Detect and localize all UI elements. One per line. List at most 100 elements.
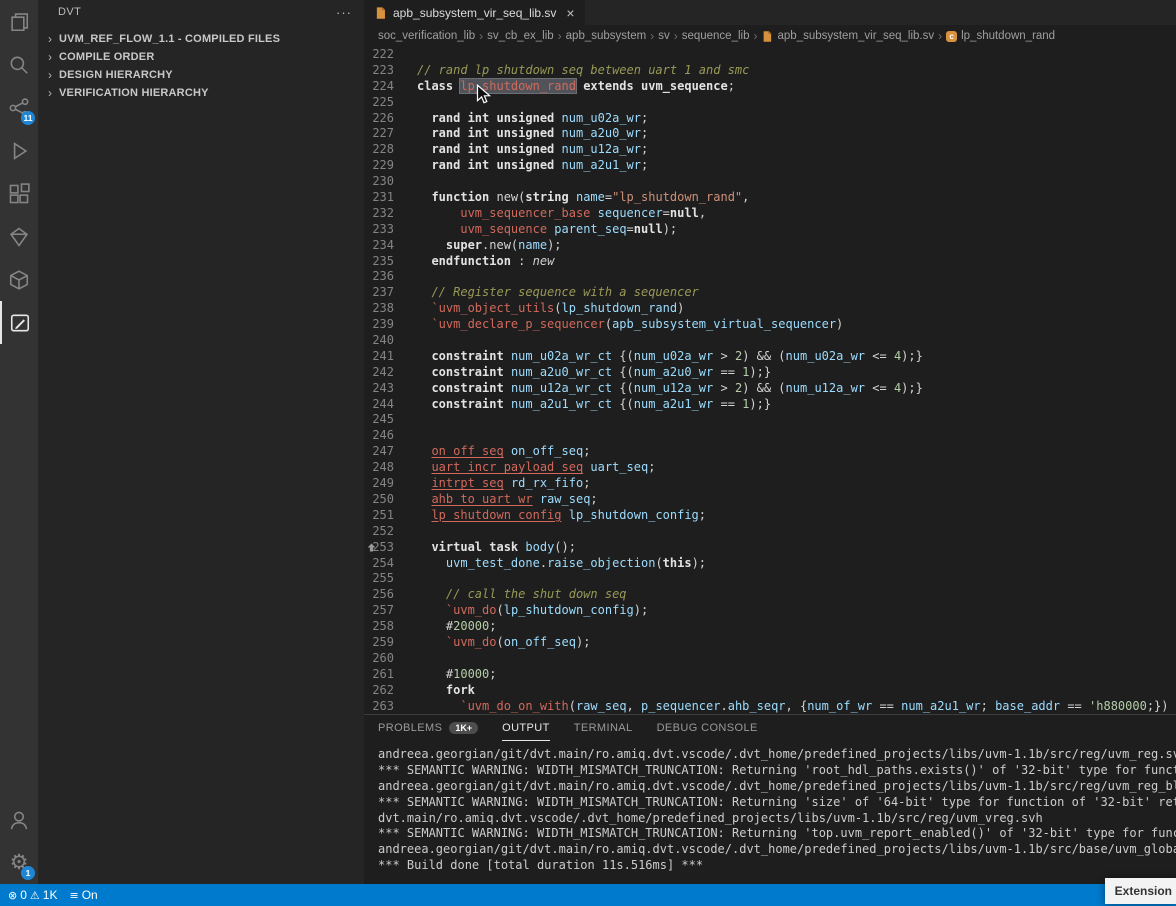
code-line[interactable]: 257 `uvm_do(lp_shutdown_config);: [364, 603, 1176, 619]
chevron-right-icon: ›: [42, 51, 58, 63]
problems-status[interactable]: ⊗ 0 ⚠ 1K: [8, 888, 57, 902]
code-line[interactable]: 260: [364, 651, 1176, 667]
breadcrumb-item-apb-subsystem-vir-seq-lib-sv[interactable]: apb_subsystem_vir_seq_lib.sv: [761, 30, 934, 43]
code-line[interactable]: 237 // Register sequence with a sequence…: [364, 285, 1176, 301]
panel-tab-problems[interactable]: PROBLEMS1K+: [378, 715, 478, 741]
line-number: 225: [364, 95, 394, 111]
breadcrumb-item-sv[interactable]: sv: [658, 30, 670, 42]
code-line[interactable]: 222: [364, 47, 1176, 63]
code-line[interactable]: 239 `uvm_declare_p_sequencer(apb_subsyst…: [364, 317, 1176, 333]
breadcrumb-item-sv-cb-ex-lib[interactable]: sv_cb_ex_lib: [487, 30, 553, 42]
activity-bar-top: 11: [0, 0, 38, 344]
tab-apb-subsystem-vir-seq-lib[interactable]: apb_subsystem_vir_seq_lib.sv ×: [364, 0, 585, 25]
account-icon[interactable]: [0, 798, 38, 841]
gem-icon[interactable]: [0, 215, 38, 258]
code-text: [394, 47, 417, 63]
panel-tab-label: DEBUG CONSOLE: [657, 722, 758, 734]
breadcrumb-item-lp-shutdown-rand[interactable]: clp_shutdown_rand: [946, 30, 1055, 42]
sidebar-item-compile-order[interactable]: ›COMPILE ORDER: [38, 48, 364, 66]
code-line[interactable]: 238 `uvm_object_utils(lp_shutdown_rand): [364, 301, 1176, 317]
breadcrumb: soc_verification_lib›sv_cb_ex_lib›apb_su…: [364, 25, 1176, 47]
line-number: 235: [364, 254, 394, 270]
code-text: rand int unsigned num_u12a_wr;: [394, 142, 648, 158]
sidebar-item-design-hierarchy[interactable]: ›DESIGN HIERARCHY: [38, 66, 364, 84]
dvt-mode-status[interactable]: ≡ On: [69, 888, 97, 902]
code-line[interactable]: 263 `uvm_do_on_with(raw_seq, p_sequencer…: [364, 699, 1176, 714]
line-number: 257: [364, 603, 394, 619]
code-line[interactable]: 229 rand int unsigned num_a2u1_wr;: [364, 158, 1176, 174]
sidebar: DVT ··· ›UVM_REF_FLOW_1.1 - COMPILED FIL…: [38, 0, 364, 884]
sidebar-item-verification-hierarchy[interactable]: ›VERIFICATION HIERARCHY: [38, 84, 364, 102]
panel-tab-terminal[interactable]: TERMINAL: [574, 715, 633, 741]
code-line[interactable]: 246: [364, 428, 1176, 444]
chevron-right-icon: ›: [42, 33, 58, 45]
code-line[interactable]: 242 constraint num_a2u0_wr_ct {(num_a2u0…: [364, 365, 1176, 381]
sidebar-item-label: VERIFICATION HIERARCHY: [59, 87, 209, 99]
panel-tab-output[interactable]: OUTPUT: [502, 715, 550, 741]
code-line[interactable]: 243 constraint num_u12a_wr_ct {(num_u12a…: [364, 381, 1176, 397]
code-text: // call the shut down seq: [394, 587, 627, 603]
breadcrumb-item-sequence-lib[interactable]: sequence_lib: [682, 30, 750, 42]
code-line[interactable]: 253 virtual task body();: [364, 540, 1176, 556]
code-line[interactable]: 228 rand int unsigned num_u12a_wr;: [364, 142, 1176, 158]
code-line[interactable]: 240: [364, 333, 1176, 349]
run-debug-icon[interactable]: [0, 129, 38, 172]
code-line[interactable]: 255: [364, 571, 1176, 587]
code-line[interactable]: 223// rand lp shutdown seq between uart …: [364, 63, 1176, 79]
dvt-icon[interactable]: [0, 301, 38, 344]
code-line[interactable]: 258 #20000;: [364, 619, 1176, 635]
line-number: 232: [364, 206, 394, 222]
extension-toast[interactable]: Extension: [1105, 878, 1176, 904]
code-line[interactable]: 230: [364, 174, 1176, 190]
problems-count-badge: 1K+: [449, 722, 478, 734]
code-line[interactable]: 261 #10000;: [364, 667, 1176, 683]
code-line[interactable]: 256 // call the shut down seq: [364, 587, 1176, 603]
code-line[interactable]: 254 uvm_test_done.raise_objection(this);: [364, 556, 1176, 572]
sidebar-item-uvm-ref-flow-1-1-compiled-files[interactable]: ›UVM_REF_FLOW_1.1 - COMPILED FILES: [38, 30, 364, 48]
code-line[interactable]: 225: [364, 95, 1176, 111]
code-editor[interactable]: 222223// rand lp shutdown seq between ua…: [364, 47, 1176, 714]
activity-bar-bottom: ⚙ 1: [0, 798, 38, 884]
code-line[interactable]: 248 uart_incr_payload_seq uart_seq;: [364, 460, 1176, 476]
extensions-icon[interactable]: [0, 172, 38, 215]
code-line[interactable]: 251 lp_shutdown_config lp_shutdown_confi…: [364, 508, 1176, 524]
code-line[interactable]: 249 intrpt_seq rd_rx_fifo;: [364, 476, 1176, 492]
explorer-icon[interactable]: [0, 0, 38, 43]
search-icon[interactable]: [0, 43, 38, 86]
code-line[interactable]: 235 endfunction : new: [364, 254, 1176, 270]
package-icon[interactable]: [0, 258, 38, 301]
code-line[interactable]: 233 uvm_sequence parent_seq=null);: [364, 222, 1176, 238]
code-text: uvm_sequence parent_seq=null);: [394, 222, 677, 238]
source-control-icon[interactable]: 11: [0, 86, 38, 129]
code-line[interactable]: 250 ahb_to_uart_wr raw_seq;: [364, 492, 1176, 508]
code-line[interactable]: 231 function new(string name="lp_shutdow…: [364, 190, 1176, 206]
breadcrumb-label: apb_subsystem_vir_seq_lib.sv: [777, 30, 934, 42]
code-line[interactable]: 227 rand int unsigned num_a2u0_wr;: [364, 126, 1176, 142]
more-actions-icon[interactable]: ···: [336, 5, 352, 20]
breadcrumb-item-soc-verification-lib[interactable]: soc_verification_lib: [378, 30, 475, 42]
code-line[interactable]: 232 uvm_sequencer_base sequencer=null,: [364, 206, 1176, 222]
line-number: 245: [364, 412, 394, 428]
output-log[interactable]: andreea.georgian/git/dvt.main/ro.amiq.dv…: [364, 741, 1176, 884]
panel-tab-debug-console[interactable]: DEBUG CONSOLE: [657, 715, 758, 741]
error-count: 0: [20, 888, 27, 902]
settings-gear-icon[interactable]: ⚙ 1: [0, 841, 38, 884]
breadcrumb-item-apb-subsystem[interactable]: apb_subsystem: [566, 30, 647, 42]
close-icon[interactable]: ×: [566, 5, 574, 21]
code-line[interactable]: 244 constraint num_a2u1_wr_ct {(num_a2u1…: [364, 397, 1176, 413]
code-line[interactable]: 236: [364, 269, 1176, 285]
code-line[interactable]: 262 fork: [364, 683, 1176, 699]
code-line[interactable]: 224class lp_shutdown_rand extends uvm_se…: [364, 79, 1176, 95]
code-line[interactable]: 226 rand int unsigned num_u02a_wr;: [364, 111, 1176, 127]
code-line[interactable]: 259 `uvm_do(on_off_seq);: [364, 635, 1176, 651]
code-line[interactable]: 241 constraint num_u02a_wr_ct {(num_u02a…: [364, 349, 1176, 365]
line-number: 256: [364, 587, 394, 603]
code-text: uart_incr_payload_seq uart_seq;: [394, 460, 655, 476]
settings-badge: 1: [21, 866, 35, 880]
line-number: 236: [364, 269, 394, 285]
code-line[interactable]: 247 on_off_seq on_off_seq;: [364, 444, 1176, 460]
line-number: 252: [364, 524, 394, 540]
code-line[interactable]: 245: [364, 412, 1176, 428]
code-line[interactable]: 252: [364, 524, 1176, 540]
code-line[interactable]: 234 super.new(name);: [364, 238, 1176, 254]
